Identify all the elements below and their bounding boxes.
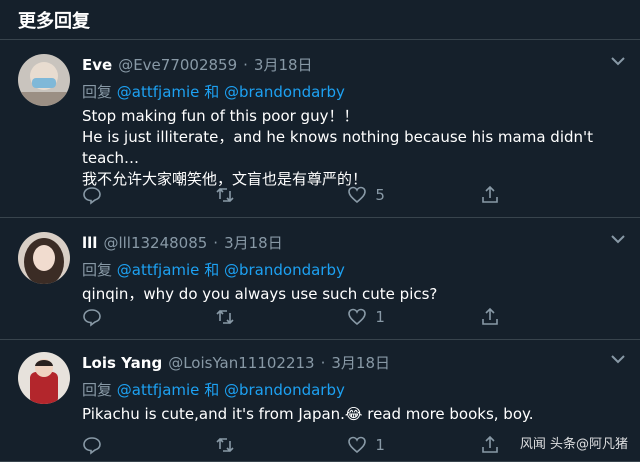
tweet-meta: Lois Yang @LoisYan11102213 · 3月18日 (82, 352, 600, 373)
reply-prefix: 回复 (82, 261, 113, 279)
share-button[interactable] (480, 185, 540, 205)
separator-dot: · (213, 234, 219, 252)
like-button[interactable]: 5 (347, 185, 407, 205)
chevron-down-icon[interactable] (610, 234, 626, 244)
like-count: 1 (375, 436, 385, 454)
reply-context: 回复 @attfjamie 和 @brandondarby (82, 81, 600, 102)
tweet-line: Pikachu is cute,and it's from Japan.😂 re… (82, 405, 534, 423)
watermark: 风闻 头条@阿凡猪 (519, 437, 628, 452)
like-button[interactable]: 1 (347, 435, 407, 455)
author-name[interactable]: Eve (82, 56, 112, 74)
and-text: 和 (204, 83, 220, 101)
like-button[interactable]: 1 (347, 307, 407, 327)
avatar[interactable] (18, 54, 70, 106)
tweet-date[interactable]: 3月18日 (254, 54, 313, 75)
tweet-lll[interactable]: lll @lll13248085 · 3月18日 回复 @attfjamie 和… (0, 218, 640, 340)
tweet-date[interactable]: 3月18日 (331, 352, 390, 373)
tweet-text: Stop making fun of this poor guy！！ He is… (82, 106, 600, 190)
share-icon (482, 185, 498, 203)
retweet-icon (216, 309, 234, 325)
tweet-line: Stop making fun of this poor guy！！ (82, 107, 359, 125)
page-title: 更多回复 (18, 10, 90, 32)
separator-dot: · (320, 354, 326, 372)
tweet-eve[interactable]: Eve @Eve77002859 · 3月18日 回复 @attfjamie 和… (0, 40, 640, 218)
retweet-icon (216, 187, 234, 203)
like-icon (348, 436, 367, 454)
tweet-text: Pikachu is cute,and it's from Japan.😂 re… (82, 404, 600, 425)
reply-icon (83, 187, 101, 205)
mention-link[interactable]: @attfjamie (117, 381, 200, 399)
mention-link[interactable]: @attfjamie (117, 261, 200, 279)
mention-link[interactable]: @attfjamie (117, 83, 200, 101)
share-button[interactable] (480, 307, 540, 327)
reply-button[interactable] (82, 185, 142, 205)
reply-prefix: 回复 (82, 381, 113, 399)
tweet-text: qinqin，why do you always use such cute p… (82, 284, 600, 305)
tweet-date[interactable]: 3月18日 (224, 232, 283, 253)
tweet-line: qinqin，why do you always use such cute p… (82, 285, 438, 303)
separator-dot: · (243, 56, 248, 74)
author-handle[interactable]: @lll13248085 (103, 234, 207, 252)
chevron-down-icon[interactable] (610, 354, 626, 364)
reply-context: 回复 @attfjamie 和 @brandondarby (82, 379, 600, 400)
mention-link[interactable]: @brandondarby (224, 261, 345, 279)
avatar[interactable] (18, 352, 70, 404)
retweet-icon (216, 437, 234, 453)
retweet-button[interactable] (215, 435, 275, 455)
retweet-button[interactable] (215, 185, 275, 205)
reply-prefix: 回复 (82, 83, 113, 101)
author-name[interactable]: lll (82, 234, 97, 252)
like-count: 1 (375, 308, 385, 326)
reply-button[interactable] (82, 307, 142, 327)
tweet-meta: lll @lll13248085 · 3月18日 (82, 232, 600, 253)
chevron-down-icon[interactable] (610, 56, 626, 66)
author-handle[interactable]: @Eve77002859 (118, 56, 237, 74)
tweet-actions: 5 (82, 185, 620, 205)
tweet-actions: 1 (82, 307, 620, 327)
like-icon (348, 186, 367, 204)
mention-link[interactable]: @brandondarby (224, 83, 345, 101)
retweet-button[interactable] (215, 307, 275, 327)
page-header: 更多回复 (0, 0, 640, 40)
mention-link[interactable]: @brandondarby (224, 381, 345, 399)
avatar[interactable] (18, 232, 70, 284)
reply-context: 回复 @attfjamie 和 @brandondarby (82, 259, 600, 280)
tweet-meta: Eve @Eve77002859 · 3月18日 (82, 54, 600, 75)
like-icon (348, 308, 367, 326)
like-count: 5 (375, 186, 385, 204)
reply-button[interactable] (82, 435, 142, 455)
tweet-line: He is just illiterate，and he knows nothi… (82, 128, 594, 167)
share-icon (482, 435, 498, 453)
author-name[interactable]: Lois Yang (82, 354, 162, 372)
reply-icon (83, 437, 101, 455)
reply-icon (83, 309, 101, 327)
author-handle[interactable]: @LoisYan11102213 (168, 354, 314, 372)
and-text: 和 (204, 261, 220, 279)
and-text: 和 (204, 381, 220, 399)
share-icon (482, 307, 498, 325)
